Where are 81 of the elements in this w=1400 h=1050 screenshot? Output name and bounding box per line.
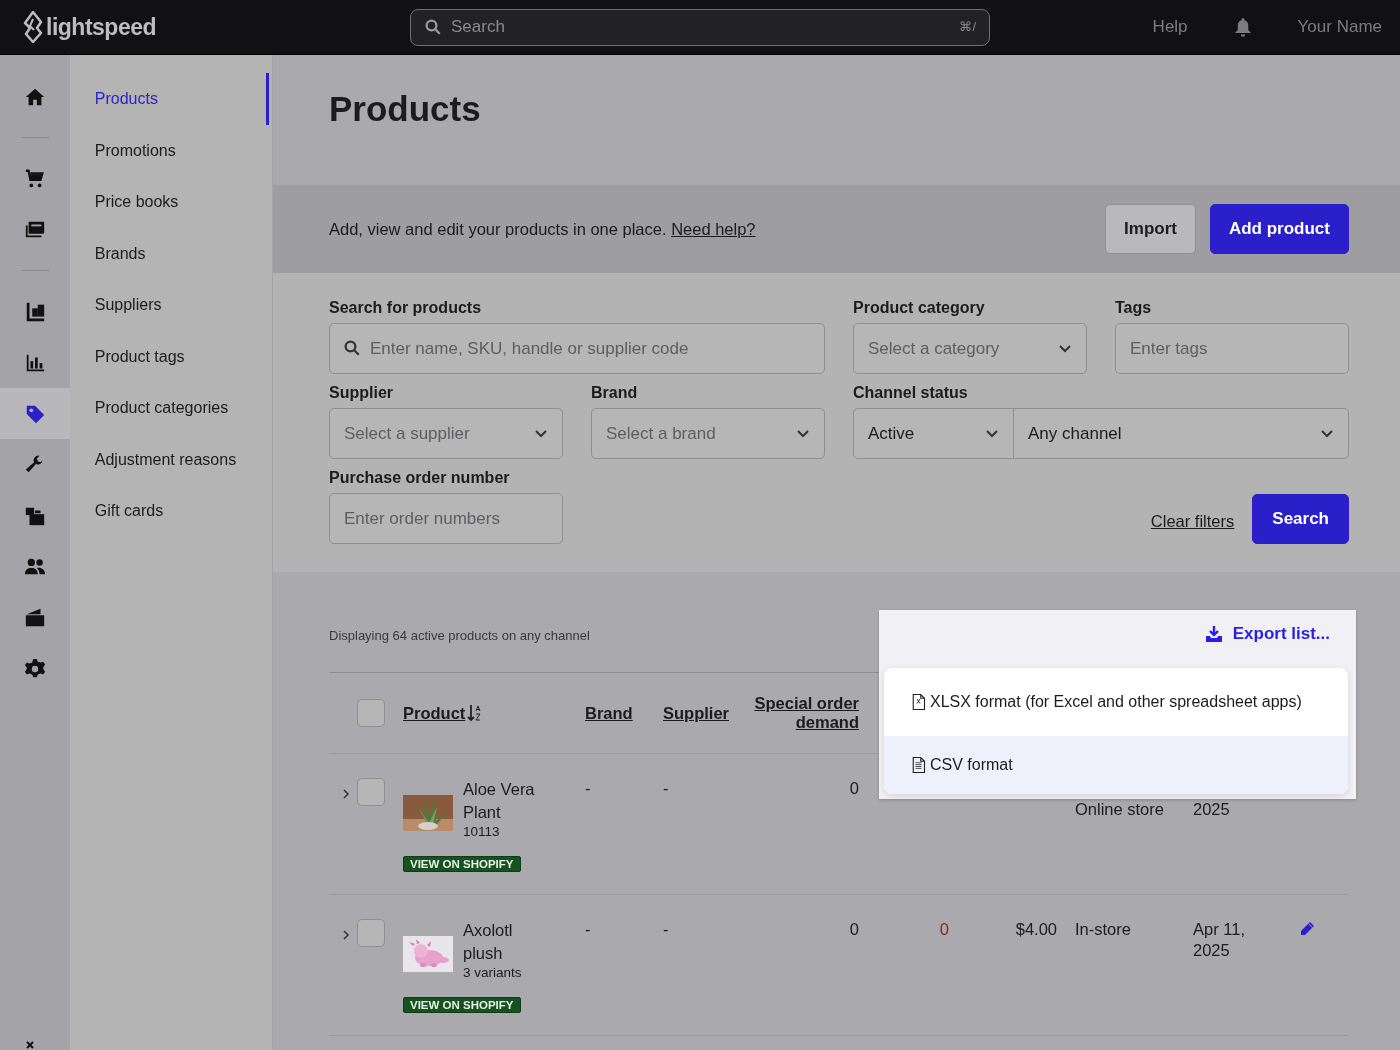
page-title: Products [329,89,481,129]
table-cell: - [585,779,591,797]
wallet-icon [23,606,46,629]
dropdown[interactable]: Any channel [1014,408,1349,459]
select-all-checkbox[interactable] [357,699,385,727]
add-product-button[interactable]: Add product [1209,204,1349,254]
column-header[interactable]: Brand [585,703,633,723]
document-icon [911,756,926,774]
dropdown[interactable]: Active [853,408,1014,459]
table-cell: Online store [1075,799,1164,820]
view-on-shopify-badge[interactable]: VIEW ON SHOPIFY [403,856,521,872]
chevron-down-icon [796,428,810,439]
field-label: Tags [1115,299,1152,317]
column-header[interactable]: Special order demand [737,694,859,732]
logo-text: lightspeed [46,13,156,41]
search-button[interactable]: Search [1252,494,1349,544]
sub-navigation-item[interactable]: Brands [69,227,269,279]
product-detail: 10113 [463,824,501,840]
field-label: Product category [853,299,985,317]
column-header[interactable]: Product [403,703,466,723]
expand-icon[interactable] [342,929,350,941]
sub-navigation-item[interactable]: Price books [69,176,269,228]
nav-item[interactable] [0,388,70,439]
sub-navigation-item[interactable]: Product tags [69,330,269,382]
cart-icon [23,167,46,190]
search-field[interactable]: Enter name, SKU, handle or supplier code [329,323,825,374]
intro-text: Add, view and edit your products in one place. Need help? [329,219,756,239]
table-cell: In-store [1075,920,1131,938]
table-cell: Apr 11, 2025 [1193,920,1245,959]
menu-item[interactable]: XLSX format (for Excel and other spreadsheet apps) [884,668,1348,736]
settings-icon [23,657,46,680]
row-checkbox[interactable] [357,919,385,947]
table-cell: - [663,779,669,797]
notification-bell-icon[interactable] [1233,17,1252,37]
chevron-down-icon [534,428,548,439]
result-summary: Displaying 64 active products on any channel [329,628,590,645]
expand-icon[interactable] [342,788,350,800]
import-button[interactable]: Import [1105,204,1196,254]
table-cell: 2025 [1193,799,1230,820]
clear-filters-link[interactable]: Clear filters [1150,512,1235,531]
product-detail: 3 variants [463,965,523,981]
product-name: Axolotl plush [463,920,514,964]
help-link[interactable]: Need help? [671,219,756,238]
table-cell: - [663,920,669,938]
chevron-down-icon [1058,343,1072,354]
column-header[interactable]: Supplier [663,703,729,723]
export-list-button[interactable]: Export list... [1204,622,1330,646]
edit-pencil-icon[interactable] [1299,921,1315,937]
help-link[interactable]: Help [1152,17,1188,37]
sort-icon[interactable] [467,704,484,722]
field-label: Supplier [329,384,393,402]
menu-item[interactable]: CSV format [884,736,1348,794]
field-label: Search for products [329,299,482,317]
chevron-down-icon [1320,428,1334,439]
sub-navigation-item[interactable]: Product categories [69,382,269,434]
field-label: Purchase order number [329,469,510,487]
shortcut-hint: ⌘/ [959,18,976,34]
sub-navigation-item[interactable]: Promotions [69,124,269,176]
product-name: Aloe Vera Plant [463,779,536,823]
spreadsheet-file-icon [911,693,926,711]
download-icon [1204,625,1223,643]
chevron-down-icon [985,428,999,439]
field-label: Brand [591,384,638,402]
table-cell: - [585,920,591,938]
search-icon [343,339,361,357]
sub-navigation-item[interactable]: Products [69,73,269,125]
input-field[interactable]: Enter tags [1115,323,1349,374]
field-label: Channel status [853,384,968,402]
table-cell: 0 [939,920,949,938]
sub-navigation-item[interactable]: Gift cards [69,485,269,537]
user-menu[interactable]: Your Name [1297,17,1382,37]
table-cell: 0 [849,779,859,797]
sub-navigation-item[interactable]: Adjustment reasons [69,433,269,485]
table-cell: 0 [849,920,859,938]
input-field[interactable]: Enter order numbers [329,493,563,544]
logo-icon [22,11,44,43]
sub-navigation-item[interactable]: Suppliers [69,279,269,331]
table-cell: $4.00 [1015,920,1057,938]
view-on-shopify-badge[interactable]: VIEW ON SHOPIFY [403,997,521,1013]
row-checkbox[interactable] [357,778,385,806]
search-icon [424,17,442,36]
